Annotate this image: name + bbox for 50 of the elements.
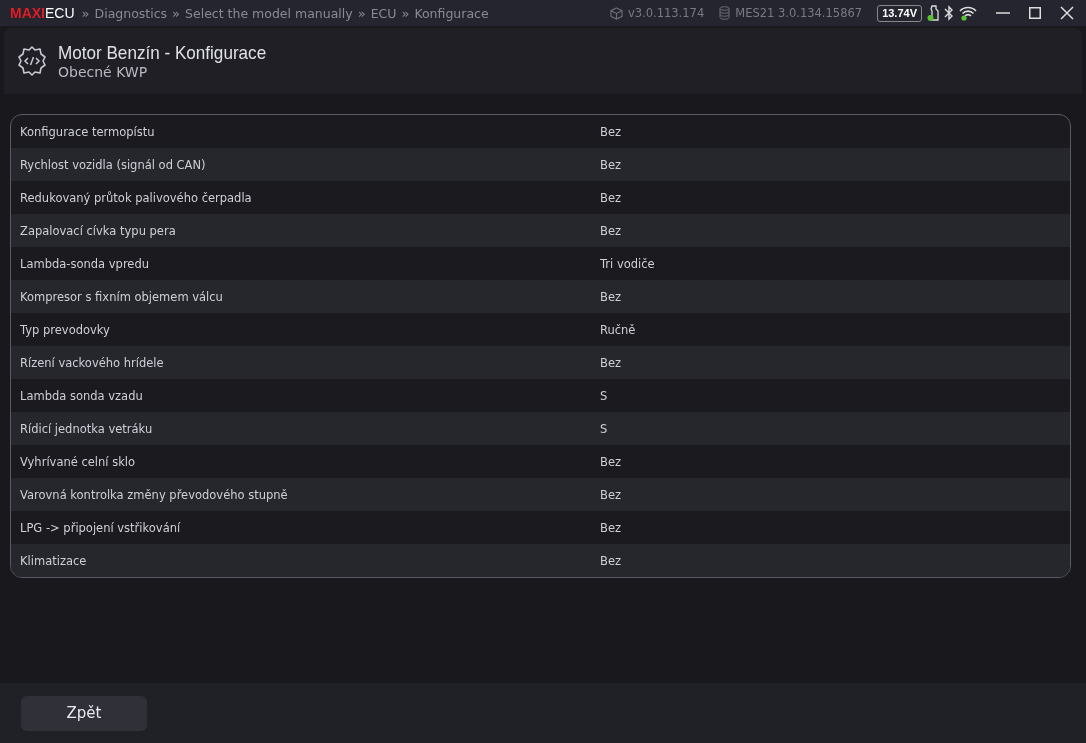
parameter-name: Vyhrívané celní sklo	[19, 454, 137, 469]
parameter-value: S	[600, 421, 608, 436]
parameter-value: Bez	[600, 289, 621, 304]
parameter-value: Bez	[600, 487, 621, 502]
breadcrumb-link[interactable]: ECU	[370, 5, 397, 21]
parameter-name: Rychlost vozidla (signál od CAN)	[19, 157, 207, 172]
breadcrumb-separator: »	[401, 5, 410, 21]
breadcrumb-link[interactable]: Konfigurace	[414, 5, 489, 21]
maximize-icon[interactable]	[1029, 7, 1041, 19]
breadcrumb-link[interactable]: Select the model manually	[185, 5, 353, 21]
parameter-name: Konfigurace termopístu	[19, 124, 156, 139]
parameter-name: Rízení vackového hrídele	[19, 355, 165, 370]
parameter-name: Lambda sonda vzadu	[19, 388, 144, 403]
database-icon	[719, 6, 731, 20]
cube-icon	[609, 6, 623, 20]
parameter-value: Tri vodiče	[600, 256, 655, 271]
voltage-badge: 13.74V	[877, 4, 922, 22]
parameter-name: Varovná kontrolka změny převodového stupně	[19, 487, 289, 502]
parameter-name: Lambda-sonda vpredu	[19, 256, 150, 271]
parameter-name: Rídicí jednotka vetráku	[19, 421, 154, 436]
parameter-name: Typ prevodovky	[19, 322, 111, 337]
parameter-value: Bez	[600, 124, 621, 139]
parameter-value: Bez	[600, 355, 621, 370]
breadcrumb-separator: »	[81, 5, 90, 21]
parameter-value: Bez	[600, 190, 621, 205]
parameter-name: Zapalovací cívka typu pera	[19, 223, 177, 238]
bluetooth-icon	[944, 5, 954, 21]
breadcrumb-separator: »	[357, 5, 366, 21]
parameter-value: Bez	[600, 157, 621, 172]
parameter-value: S	[600, 388, 608, 403]
parameter-name: Klimatizace	[19, 553, 88, 568]
breadcrumb-link[interactable]: Diagnostics	[94, 5, 168, 21]
back-button[interactable]: Zpět	[21, 695, 147, 731]
device-version: MES21 3.0.134.15867	[735, 6, 863, 20]
parameter-value: Bez	[600, 553, 621, 568]
page-title: Motor Benzín - Konfigurace	[58, 42, 267, 64]
logo: MAXIECU	[10, 5, 75, 21]
parameter-name: Kompresor s fixním objemem válcu	[19, 289, 224, 304]
close-icon[interactable]	[1060, 6, 1074, 20]
parameter-name: Redukovaný průtok palivového čerpadla	[19, 190, 253, 205]
page-subtitle: Obecné KWP	[58, 64, 149, 80]
parameter-value: Bez	[600, 520, 621, 535]
wifi-icon	[959, 5, 977, 21]
code-gear-icon	[16, 45, 48, 77]
parameter-name: LPG -> připojení vstřikování	[19, 520, 182, 535]
parameter-value: Ručně	[600, 322, 636, 337]
parameter-value: Bez	[600, 454, 621, 469]
breadcrumb-separator: »	[172, 5, 181, 21]
app-version: v3.0.113.174	[627, 6, 705, 20]
parameter-value: Bez	[600, 223, 621, 238]
